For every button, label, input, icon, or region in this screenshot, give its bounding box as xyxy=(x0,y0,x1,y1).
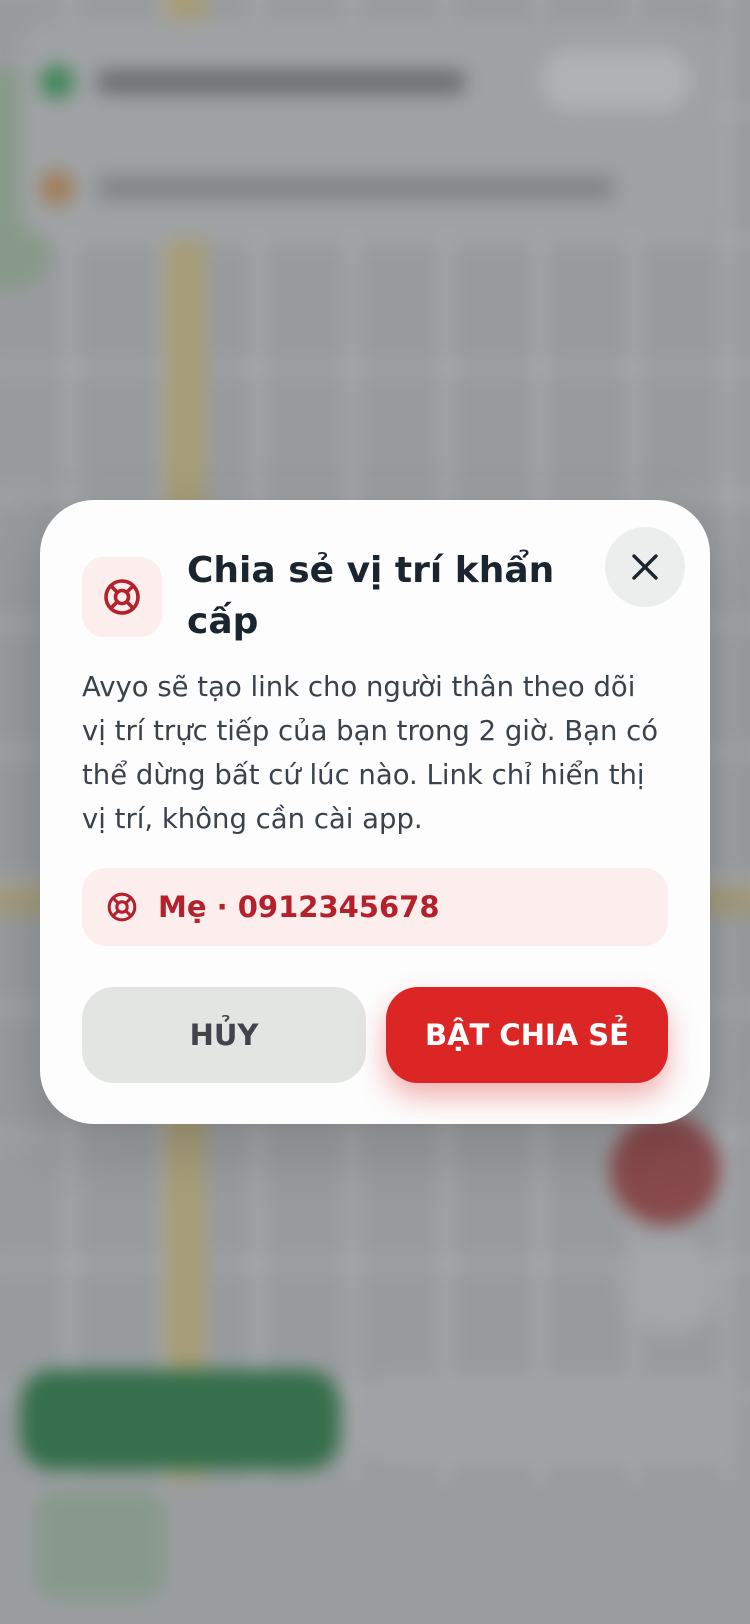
emergency-contact-chip: Mẹ · 0912345678 xyxy=(82,868,668,946)
app-screen: Chia sẻ vị trí khẩn cấp Avyo sẽ tạo link… xyxy=(0,0,750,1624)
dialog-description: Avyo sẽ tạo link cho người thân theo dõi… xyxy=(82,671,659,835)
lifebuoy-icon xyxy=(104,579,140,615)
lifebuoy-icon xyxy=(107,892,137,922)
enable-sharing-button[interactable]: BẬT CHIA SẺ xyxy=(386,987,668,1083)
close-icon xyxy=(632,554,658,580)
contact-name-phone: Mẹ · 0912345678 xyxy=(158,890,440,924)
emergency-share-dialog: Chia sẻ vị trí khẩn cấp Avyo sẽ tạo link… xyxy=(40,500,710,1124)
cancel-button[interactable]: HỦY xyxy=(82,987,366,1083)
header-icon-container xyxy=(82,557,162,637)
close-button[interactable] xyxy=(605,527,685,607)
dialog-title: Chia sẻ vị trí khẩn cấp xyxy=(187,550,555,642)
